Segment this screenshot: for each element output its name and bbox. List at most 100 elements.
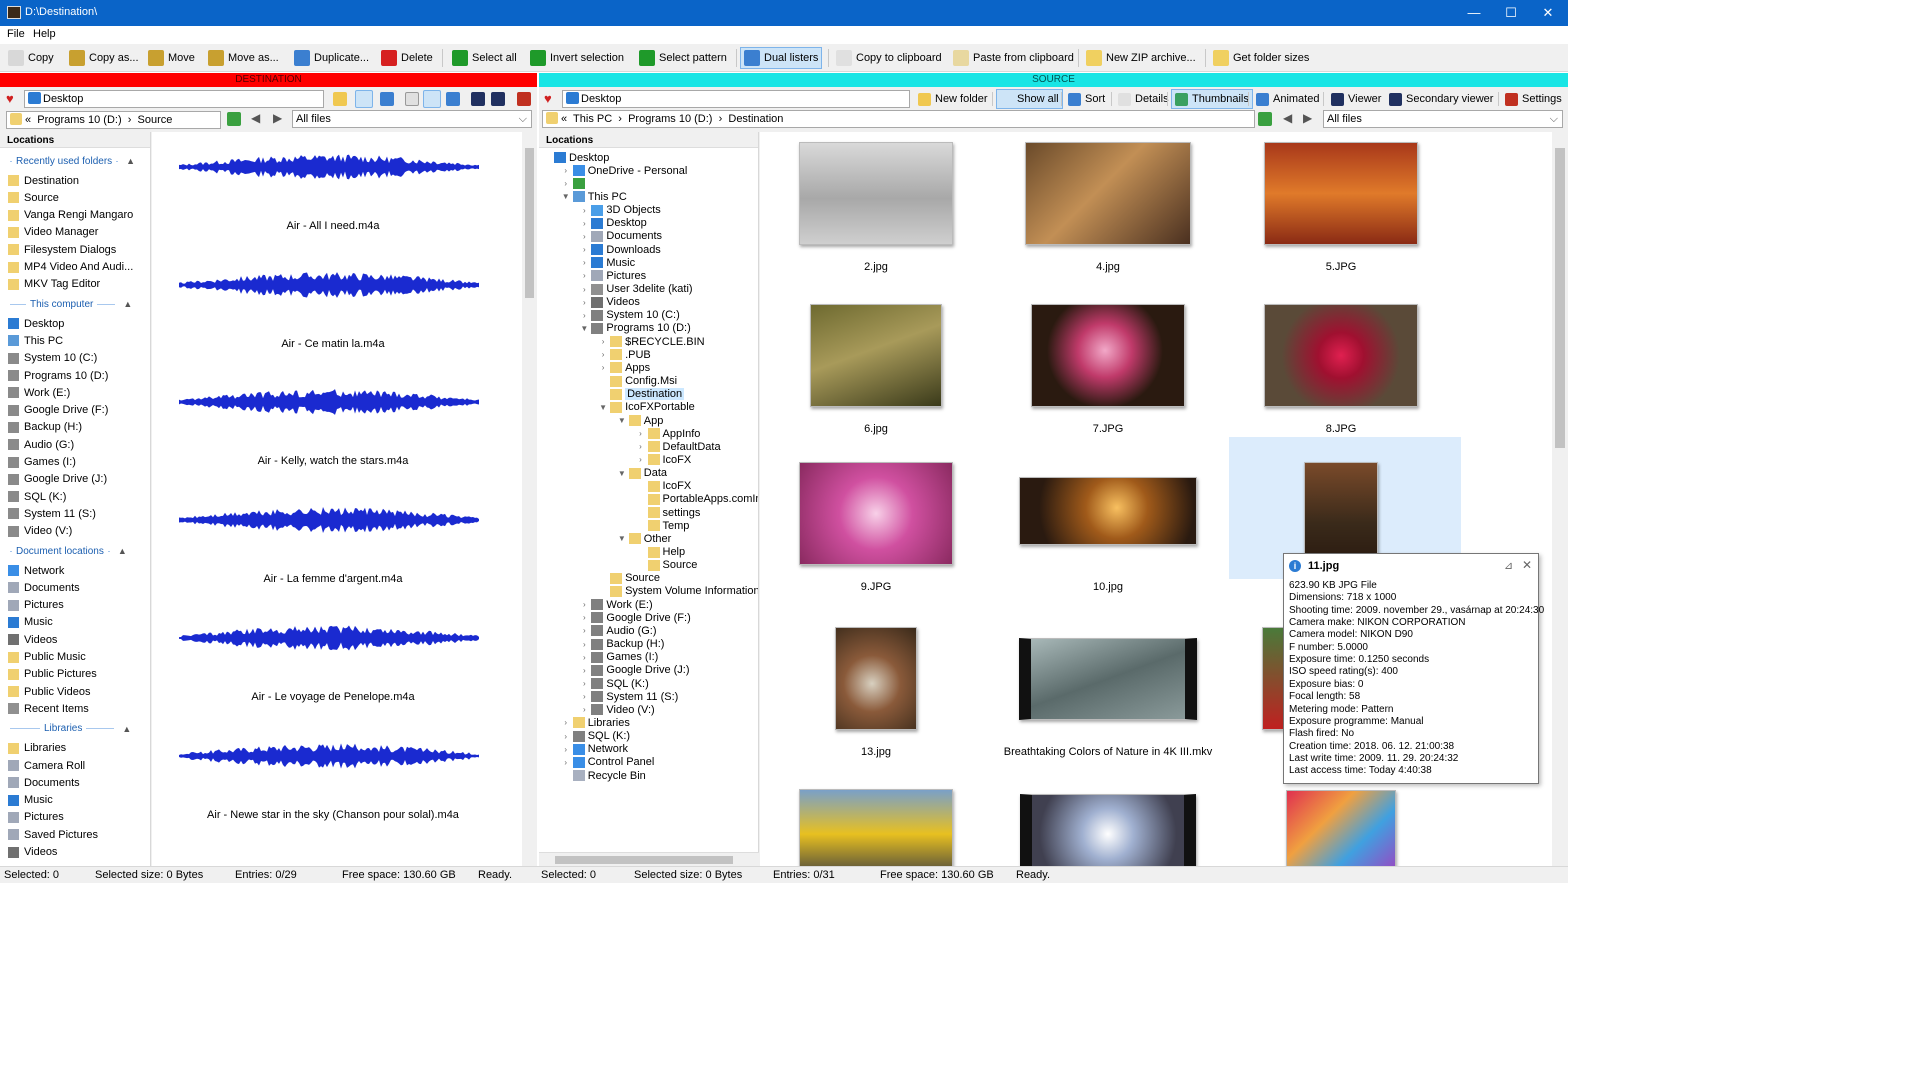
breadcrumb-back[interactable]: « — [561, 113, 567, 125]
breadcrumb-back[interactable]: « — [25, 114, 31, 126]
chevron-right-icon[interactable]: › — [580, 653, 588, 662]
tree-item-programs-10-d[interactable]: ▼ Programs 10 (D:) — [580, 322, 690, 335]
tree-item-video-v[interactable]: › Video (V:) — [580, 703, 655, 716]
tree-item-source[interactable]: Source — [637, 559, 697, 572]
chevron-right-icon[interactable]: › — [599, 350, 607, 359]
dual-listers-button[interactable]: Dual listers — [740, 47, 823, 69]
scrollbar-thumb[interactable] — [525, 148, 534, 298]
thumbnail-label[interactable]: 10.jpg — [992, 581, 1224, 593]
tree-item-other[interactable]: ▼ Other — [618, 532, 671, 545]
tree-item-portableapps-cominsta[interactable]: PortableApps.comInsta — [637, 493, 758, 506]
breadcrumb[interactable]: « Programs 10 (D:) › Source — [6, 111, 221, 129]
chevron-right-icon[interactable]: › — [562, 166, 570, 175]
breadcrumb[interactable]: « This PC › Programs 10 (D:) › Destinati… — [542, 110, 1255, 128]
duplicate-button[interactable]: Duplicate... — [291, 47, 372, 69]
show-all-icon[interactable] — [355, 90, 373, 108]
tree-item-apps[interactable]: › Apps — [599, 361, 650, 374]
chevron-right-icon[interactable]: › — [580, 285, 588, 294]
location-item-work-e[interactable]: Work (E:) — [8, 384, 70, 401]
location-item-saved-pictures[interactable]: Saved Pictures — [8, 826, 98, 843]
location-item-documents[interactable]: Documents — [8, 774, 80, 791]
scrollbar-thumb[interactable] — [1555, 148, 1565, 448]
tree-item-user[interactable]: › — [562, 177, 588, 190]
back-icon[interactable]: ◀ — [1283, 111, 1292, 125]
waveform-thumbnail[interactable] — [179, 152, 479, 182]
copy-button[interactable]: Copy — [5, 47, 57, 69]
settings-icon[interactable] — [517, 92, 531, 106]
thumbnail-image[interactable] — [810, 304, 942, 407]
tree-item-defaultdata[interactable]: › DefaultData — [637, 440, 720, 453]
tree-item-desktop[interactable]: Desktop — [543, 151, 609, 164]
location-item-recent-items[interactable]: Recent Items — [8, 700, 89, 717]
tree-item-documents[interactable]: › Documents — [580, 230, 662, 243]
location-item-mp4-video-and-audi[interactable]: MP4 Video And Audi... — [8, 259, 133, 276]
thumbnail-label[interactable]: 6.jpg — [760, 423, 992, 435]
location-item-video-v[interactable]: Video (V:) — [8, 523, 72, 540]
chevron-right-icon[interactable]: › — [580, 219, 588, 228]
pin-icon[interactable]: ⊿ — [1504, 559, 1513, 572]
thumbnail-label[interactable]: 8.JPG — [1225, 423, 1457, 435]
file-name[interactable]: Air - Ce matin la.m4a — [152, 338, 514, 350]
tree-hscrollbar[interactable] — [539, 852, 759, 866]
tree-item-desktop[interactable]: › Desktop — [580, 217, 647, 230]
location-item-system-10-c[interactable]: System 10 (C:) — [8, 350, 97, 367]
location-item-network[interactable]: Network — [8, 562, 64, 579]
location-item-camera-roll[interactable]: Camera Roll — [8, 757, 85, 774]
details-button[interactable]: Details — [1115, 89, 1172, 109]
location-item-sql-k[interactable]: SQL (K:) — [8, 488, 66, 505]
tree-item-icofx[interactable]: › IcoFX — [637, 453, 691, 466]
file-name[interactable]: Air - Kelly, watch the stars.m4a — [152, 455, 514, 467]
waveform-thumbnail[interactable] — [179, 623, 479, 653]
tree-item-system-10-c[interactable]: › System 10 (C:) — [580, 309, 680, 322]
tree-item-google-drive-f[interactable]: › Google Drive (F:) — [580, 611, 691, 624]
tree-item-recycle-bin[interactable]: › $RECYCLE.BIN — [599, 335, 705, 348]
viewer-button[interactable]: Viewer — [1328, 89, 1384, 109]
chevron-down-icon[interactable]: ▼ — [618, 416, 626, 425]
thumbnail-label[interactable]: Breathtaking Colors of Nature in 4K III.… — [992, 746, 1224, 758]
chevron-right-icon[interactable]: › — [580, 258, 588, 267]
chevron-right-icon[interactable]: › — [580, 206, 588, 215]
new-zip-archive-button[interactable]: New ZIP archive... — [1083, 47, 1199, 69]
document-locations-group[interactable]: Document locations ▲ — [10, 544, 127, 558]
location-item-pictures[interactable]: Pictures — [8, 597, 64, 614]
location-item-music[interactable]: Music — [8, 614, 53, 631]
thumbnail-image[interactable] — [1031, 304, 1185, 407]
scrollbar-thumb[interactable] — [555, 856, 733, 864]
tree-item-backup-h[interactable]: › Backup (H:) — [580, 638, 664, 651]
tree-item-system-11-s[interactable]: › System 11 (S:) — [580, 690, 678, 703]
file-name[interactable]: Air - La femme d'argent.m4a — [152, 573, 514, 585]
tree-item-appinfo[interactable]: › AppInfo — [637, 427, 700, 440]
thumbnail-image[interactable] — [835, 627, 917, 730]
details-icon[interactable] — [405, 92, 419, 106]
breadcrumb-item[interactable]: Programs 10 (D:) — [37, 114, 121, 126]
chevron-down-icon[interactable]: ▼ — [618, 469, 626, 478]
waveform-thumbnail[interactable] — [179, 387, 479, 417]
forward-icon[interactable]: ▶ — [1303, 111, 1312, 125]
tree-item-data[interactable]: ▼ Data — [618, 467, 667, 480]
breadcrumb-item[interactable]: This PC — [573, 113, 612, 125]
location-item-destination[interactable]: Destination — [8, 172, 79, 189]
chevron-right-icon[interactable]: › — [637, 442, 645, 451]
tree-item-downloads[interactable]: › Downloads — [580, 243, 661, 256]
new-folder-button[interactable]: New folder — [915, 89, 991, 109]
path-box[interactable]: Desktop — [562, 90, 910, 108]
thumbnail-label[interactable]: 2.jpg — [760, 261, 992, 273]
file-name[interactable]: Air - Newe star in the sky (Chanson pour… — [152, 809, 514, 821]
thumbnail-label[interactable]: 13.jpg — [760, 746, 992, 758]
chevron-right-icon[interactable]: › — [580, 640, 588, 649]
waveform-thumbnail[interactable] — [179, 505, 479, 535]
thumbnail-image[interactable] — [1020, 793, 1196, 866]
back-icon[interactable]: ◀ — [251, 111, 260, 125]
location-item-vanga-rengi-mangaro[interactable]: Vanga Rengi Mangaro — [8, 207, 133, 224]
tree-item-icofx[interactable]: IcoFX — [637, 480, 691, 493]
thumbnail-image[interactable] — [1025, 142, 1191, 245]
path-box[interactable]: Desktop — [24, 90, 324, 108]
close-button[interactable]: ✕ — [1525, 0, 1571, 26]
chevron-right-icon[interactable]: › — [580, 666, 588, 675]
menu-help[interactable]: Help — [33, 28, 56, 40]
sort-icon[interactable] — [380, 92, 394, 106]
refresh-icon[interactable] — [1258, 112, 1272, 126]
secondary-viewer-icon[interactable] — [491, 92, 505, 106]
chevron-right-icon[interactable]: › — [562, 179, 570, 188]
location-item-google-drive-j[interactable]: Google Drive (J:) — [8, 471, 107, 488]
